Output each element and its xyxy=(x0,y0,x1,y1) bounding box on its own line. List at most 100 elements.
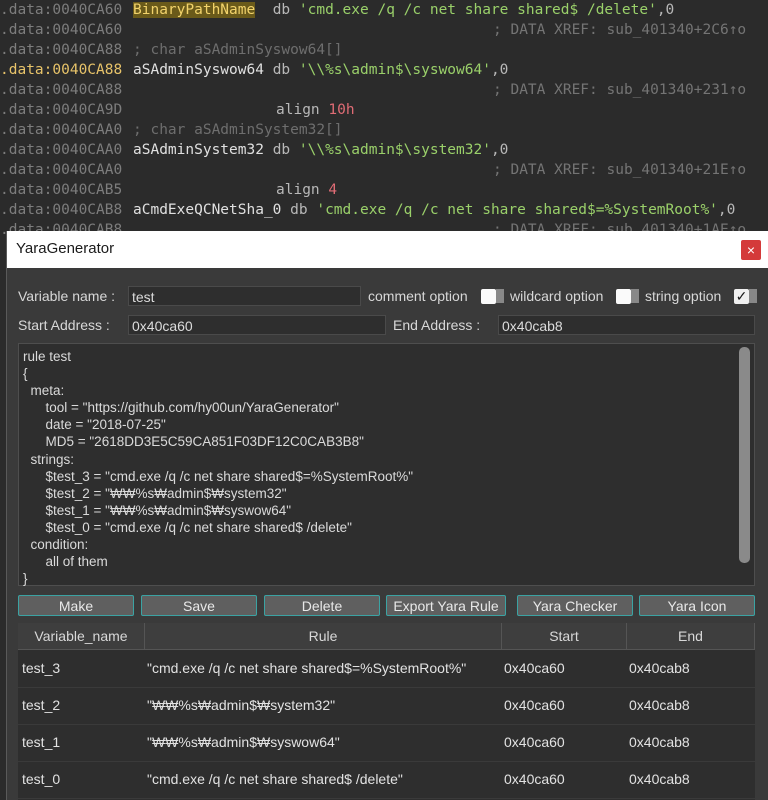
save-button[interactable]: Save xyxy=(141,595,257,616)
table-row[interactable]: test_2 "₩₩%s₩admin$₩system32" 0x40ca60 0… xyxy=(18,687,755,725)
align-value: 4 xyxy=(328,182,338,198)
yara-generator-dialog: YaraGenerator × Variable name : test com… xyxy=(6,231,768,800)
string-option-toggle-edge xyxy=(749,289,757,303)
column-header-start[interactable]: Start xyxy=(502,623,627,650)
cell-end: 0x40cab8 xyxy=(629,771,690,787)
wildcard-option-label: wildcard option xyxy=(510,288,604,304)
disasm-line[interactable]: .data:0040CA9D align 10h xyxy=(0,100,768,120)
table-row[interactable]: test_1 "₩₩%s₩admin$₩syswow64" 0x40ca60 0… xyxy=(18,724,755,762)
label-gap xyxy=(264,142,273,158)
directive: db xyxy=(272,2,299,18)
export-yara-rule-button[interactable]: Export Yara Rule xyxy=(386,595,506,616)
start-address-input[interactable]: 0x40ca60 xyxy=(128,315,386,335)
dialog-titlebar[interactable]: YaraGenerator × xyxy=(7,231,768,268)
disasm-line[interactable]: .data:0040CAA0 ; char aSAdminSystem32[] xyxy=(0,120,768,140)
xref-comment: ; DATA XREF: sub_401340+21E↑o xyxy=(493,162,747,178)
cell-rule: "₩₩%s₩admin$₩system32" xyxy=(147,697,336,713)
close-button[interactable]: × xyxy=(741,240,761,260)
cell-variable-name: test_0 xyxy=(22,771,61,787)
comment-option-toggle-edge xyxy=(496,289,504,303)
address: .data:0040CAB8 xyxy=(0,202,123,218)
rule-text: rule test { meta: tool = "https://github… xyxy=(23,349,414,587)
disasm-line[interactable]: .data:0040CAB8 aCmdExeQCNetSha_0 db 'cmd.… xyxy=(0,200,768,220)
directive: db xyxy=(272,142,299,158)
string-operand: 'cmd.exe /q /c net share shared$ /delete… xyxy=(298,2,657,18)
cell-end: 0x40cab8 xyxy=(629,734,690,750)
rule-text-scrollbar[interactable] xyxy=(739,347,750,563)
cell-start: 0x40ca60 xyxy=(504,697,565,713)
string-option-checkbox[interactable]: ✓ xyxy=(734,289,749,304)
wildcard-option-toggle-edge xyxy=(631,289,639,303)
address: .data:0040CAA0 xyxy=(0,122,123,138)
disasm-line[interactable]: .data:0040CA60 BinaryPathName db 'cmd.exe… xyxy=(0,0,768,20)
disasm-line[interactable]: .data:0040CAA0 aSAdminSystem32 db '\\%s\a… xyxy=(0,140,768,160)
table-row[interactable]: test_0 "cmd.exe /q /c net share shared$ … xyxy=(18,761,755,799)
rule-text-area[interactable]: rule test { meta: tool = "https://github… xyxy=(18,343,755,586)
yara-icon-button[interactable]: Yara Icon xyxy=(639,595,755,616)
rules-table: Variable_name Rule Start End test_3 "cmd… xyxy=(18,623,755,800)
label-gap xyxy=(255,2,272,18)
disasm-line[interactable]: .data:0040CA88 aSAdminSyswow64 db '\\%s\a… xyxy=(0,60,768,80)
cell-start: 0x40ca60 xyxy=(504,734,565,750)
address: .data:0040CA88 xyxy=(0,42,123,58)
string-operand: '\\%s\admin$\syswow64' xyxy=(298,62,491,78)
disasm-line[interactable]: .data:0040CA60 ; DATA XREF: sub_401340+2C… xyxy=(0,20,768,40)
operand-tail: ,0 xyxy=(717,202,736,218)
cell-rule: "₩₩%s₩admin$₩syswow64" xyxy=(147,734,340,750)
table-row[interactable]: test_3 "cmd.exe /q /c net share shared$=… xyxy=(18,650,755,688)
operand-tail: ,0 xyxy=(490,142,509,158)
directive: align xyxy=(276,182,329,198)
variable-name-label: Variable name : xyxy=(18,288,116,304)
string-option-label: string option xyxy=(645,288,722,304)
cell-start: 0x40ca60 xyxy=(504,771,565,787)
directive: align xyxy=(276,102,329,118)
comment: ; char aSAdminSyswow64[] xyxy=(133,42,343,58)
disasm-line[interactable]: .data:0040CAA0 ; DATA XREF: sub_401340+21… xyxy=(0,160,768,180)
directive: db xyxy=(290,202,317,218)
operand-tail: ,0 xyxy=(656,2,675,18)
string-operand: '\\%s\admin$\system32' xyxy=(298,142,491,158)
cell-variable-name: test_1 xyxy=(22,734,61,750)
column-header-variable-name[interactable]: Variable_name xyxy=(18,623,145,650)
cell-end: 0x40cab8 xyxy=(629,697,690,713)
string-operand: 'cmd.exe /q /c net share shared$=%System… xyxy=(316,202,718,218)
variable-name-input[interactable]: test xyxy=(128,286,361,306)
make-button[interactable]: Make xyxy=(18,595,134,616)
address: .data:0040CAB5 xyxy=(0,182,123,198)
cell-rule: "cmd.exe /q /c net share shared$=%System… xyxy=(147,660,467,676)
align-value: 10h xyxy=(328,102,355,118)
cell-variable-name: test_3 xyxy=(22,660,61,676)
operand-tail: ,0 xyxy=(490,62,509,78)
disasm-line[interactable]: .data:0040CA88 ; char aSAdminSyswow64[] xyxy=(0,40,768,60)
cell-rule: "cmd.exe /q /c net share shared$ /delete… xyxy=(147,771,403,787)
end-address-input[interactable]: 0x40cab8 xyxy=(498,315,755,335)
comment-option-checkbox[interactable] xyxy=(481,289,496,304)
cell-variable-name: test_2 xyxy=(22,697,61,713)
label-name[interactable]: aSAdminSyswow64 xyxy=(133,62,264,78)
address: .data:0040CA88 xyxy=(0,62,123,78)
cell-end: 0x40cab8 xyxy=(629,660,690,676)
xref-comment: ; DATA XREF: sub_401340+231↑o xyxy=(493,82,747,98)
column-header-rule[interactable]: Rule xyxy=(145,623,502,650)
directive: db xyxy=(272,62,299,78)
yara-checker-button[interactable]: Yara Checker xyxy=(517,595,633,616)
column-header-end[interactable]: End xyxy=(627,623,755,650)
label-gap xyxy=(281,202,290,218)
address: .data:0040CAA0 xyxy=(0,162,123,178)
address: .data:0040CA60 xyxy=(0,2,123,18)
address: .data:0040CAA0 xyxy=(0,142,123,158)
disasm-line[interactable]: .data:0040CA88 ; DATA XREF: sub_401340+23… xyxy=(0,80,768,100)
label-name[interactable]: BinaryPathName xyxy=(133,2,256,18)
label-name[interactable]: aSAdminSystem32 xyxy=(133,142,264,158)
cell-start: 0x40ca60 xyxy=(504,660,565,676)
delete-button[interactable]: Delete xyxy=(264,595,380,616)
disasm-line[interactable]: .data:0040CAB5 align 4 xyxy=(0,180,768,200)
xref-comment: ; DATA XREF: sub_401340+2C6↑o xyxy=(493,22,747,38)
comment-option-label: comment option xyxy=(368,288,468,304)
label-gap xyxy=(264,62,273,78)
address: .data:0040CA60 xyxy=(0,22,123,38)
end-address-label: End Address : xyxy=(393,317,481,333)
label-name[interactable]: aCmdExeQCNetSha_0 xyxy=(133,202,281,218)
start-address-label: Start Address : xyxy=(18,317,110,333)
wildcard-option-checkbox[interactable] xyxy=(616,289,631,304)
